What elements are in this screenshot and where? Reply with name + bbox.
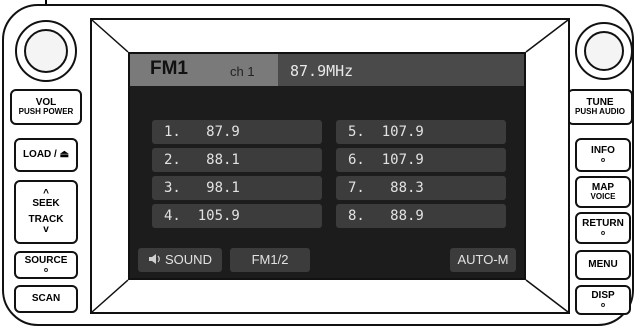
tune-knob-center[interactable] xyxy=(584,31,624,71)
vol-power-button[interactable]: VOL PUSH POWER xyxy=(10,89,82,125)
preset-6-button[interactable]: 6. 107.9 xyxy=(336,148,506,172)
map-voice-button[interactable]: MAP VOICE xyxy=(575,176,631,208)
seek-track-button[interactable]: ^ SEEK TRACK v xyxy=(14,180,78,244)
track-down-icon: v xyxy=(43,224,49,235)
tune-sub-label: PUSH AUDIO xyxy=(575,107,625,117)
source-button[interactable]: SOURCE o xyxy=(14,251,78,279)
load-eject-button[interactable]: LOAD / ⏏ xyxy=(14,138,78,172)
band-label: FM1 xyxy=(150,58,188,79)
channel-label: ch 1 xyxy=(230,64,255,79)
preset-4-button[interactable]: 4. 105.9 xyxy=(152,204,322,228)
scan-button[interactable]: SCAN xyxy=(14,285,78,313)
preset-1-button[interactable]: 1. 87.9 xyxy=(152,120,322,144)
map-sub-label: VOICE xyxy=(590,192,616,202)
info-button[interactable]: INFO o xyxy=(575,138,631,172)
sound-label: SOUND xyxy=(165,252,212,267)
disp-button[interactable]: DISP o xyxy=(575,285,631,315)
auto-memory-button[interactable]: AUTO-M xyxy=(450,248,516,272)
vol-sub-label: PUSH POWER xyxy=(18,107,74,117)
info-label: INFO xyxy=(591,145,615,157)
source-indicator-icon: o xyxy=(43,266,49,274)
tune-audio-button[interactable]: TUNE PUSH AUDIO xyxy=(567,89,633,125)
fm-band-toggle-button[interactable]: FM1/2 xyxy=(230,248,310,272)
menu-button[interactable]: MENU xyxy=(575,250,631,280)
sound-button[interactable]: SOUND xyxy=(138,248,222,272)
volume-knob-center[interactable] xyxy=(24,29,68,73)
return-button[interactable]: RETURN o xyxy=(575,212,631,244)
disp-label: DISP xyxy=(591,290,615,302)
menu-label: MENU xyxy=(588,258,618,270)
display-screen: FM1 ch 1 87.9MHz 1. 87.9 2. 88.1 3. 98.1… xyxy=(128,52,526,280)
preset-3-button[interactable]: 3. 98.1 xyxy=(152,176,322,200)
frequency-readout: 87.9MHz xyxy=(290,62,354,80)
return-label: RETURN xyxy=(582,218,624,230)
preset-2-button[interactable]: 2. 88.1 xyxy=(152,148,322,172)
speaker-icon xyxy=(149,254,160,264)
load-label: LOAD / ⏏ xyxy=(22,148,70,160)
disp-indicator-icon: o xyxy=(600,301,606,309)
preset-5-button[interactable]: 5. 107.9 xyxy=(336,120,506,144)
return-indicator-icon: o xyxy=(600,229,606,237)
source-label: SOURCE xyxy=(24,255,68,267)
scan-label: SCAN xyxy=(31,292,61,304)
seek-label: SEEK xyxy=(32,198,60,209)
info-indicator-icon: o xyxy=(600,156,606,164)
preset-7-button[interactable]: 7. 88.3 xyxy=(336,176,506,200)
preset-8-button[interactable]: 8. 88.9 xyxy=(336,204,506,228)
